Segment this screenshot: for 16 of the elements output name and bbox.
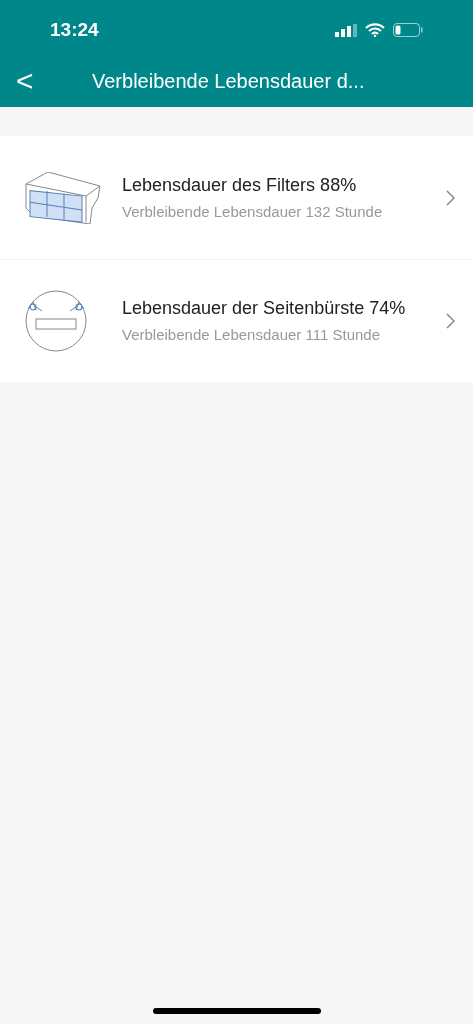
filter-icon [24,171,104,224]
item-subtitle: Verbleibende Lebensdauer 132 Stunde [122,201,384,222]
wifi-icon [365,23,385,37]
back-button[interactable]: < [0,65,50,96]
signal-icon [335,23,357,37]
item-title: Lebensdauer des Filters 88% [122,173,358,197]
robot-vacuum-icon [24,289,88,353]
chevron-right-icon [446,189,455,206]
page-title: Verbleibende Lebensdauer d... [92,68,365,94]
item-title: Lebensdauer der Seitenbürste 74% [122,297,407,320]
item-subtitle: Verbleibende Lebensdauer 111 Stunde [122,325,381,345]
list-item[interactable]: Lebensdauer der Seitenbürste 74% Verbleibende Lebensdauer 111 Stunde [0,259,473,382]
battery-icon [393,23,423,37]
list-item[interactable]: Lebensdauer des Filters 88% Verbleibende Lebensdauer 132 Stunde [0,136,473,259]
status-time: 13:24 [50,17,99,42]
chevron-right-icon [446,313,455,329]
